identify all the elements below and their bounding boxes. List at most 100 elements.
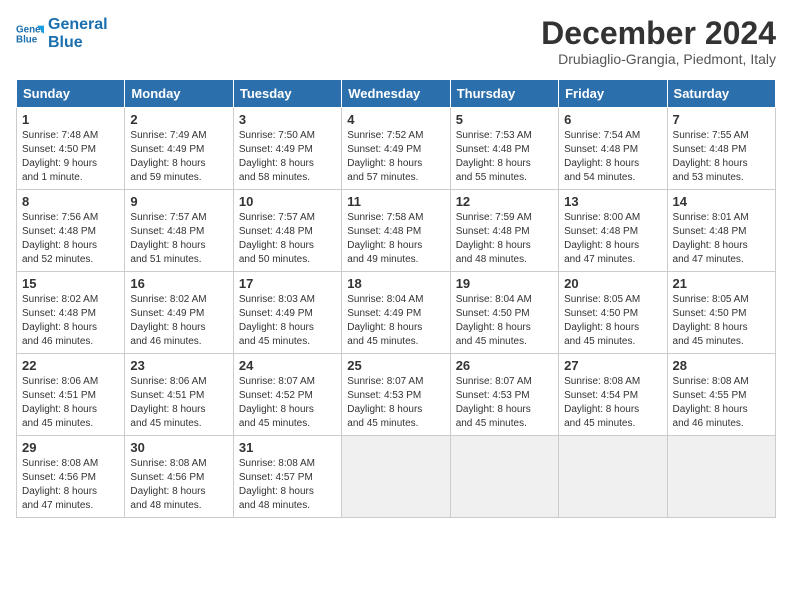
calendar-cell: 14Sunrise: 8:01 AM Sunset: 4:48 PM Dayli… [667,190,775,272]
calendar-cell: 18Sunrise: 8:04 AM Sunset: 4:49 PM Dayli… [342,272,450,354]
month-title: December 2024 [541,16,776,51]
calendar-cell: 5 Sunrise: 7:53 AM Sunset: 4:48 PM Daylig… [450,108,558,190]
title-block: December 2024 Drubiaglio-Grangia, Piedmo… [541,16,776,67]
logo: General Blue General Blue [16,16,108,51]
calendar-cell: 2Sunrise: 7:49 AM Sunset: 4:49 PM Daylig… [125,108,233,190]
cell-content: Sunrise: 7:57 AM Sunset: 4:48 PM Dayligh… [239,211,336,267]
calendar-cell [559,436,667,518]
cell-content: Sunrise: 8:08 AM Sunset: 4:55 PM Dayligh… [673,375,770,431]
col-header-tuesday: Tuesday [233,80,341,108]
calendar-week-3: 15 Sunrise: 8:02 AM Sunset: 4:48 PM Dayli… [17,272,776,354]
calendar-cell: 29 Sunrise: 8:08 AM Sunset: 4:56 PM Dayli… [17,436,125,518]
calendar-cell [667,436,775,518]
cell-content: Sunrise: 8:00 AM Sunset: 4:48 PM Dayligh… [564,211,661,267]
calendar-cell: 12Sunrise: 7:59 AM Sunset: 4:48 PM Dayli… [450,190,558,272]
day-number: 1 [22,112,119,127]
calendar-cell: 24 Sunrise: 8:07 AM Sunset: 4:52 PM Dayli… [233,354,341,436]
calendar-cell: 10 Sunrise: 7:57 AM Sunset: 4:48 PM Dayli… [233,190,341,272]
day-number: 31 [239,440,336,455]
cell-content: Sunrise: 8:07 AM Sunset: 4:53 PM Dayligh… [456,375,553,431]
cell-content: Sunrise: 8:02 AM Sunset: 4:49 PM Dayligh… [130,293,227,349]
cell-content: Sunrise: 8:04 AM Sunset: 4:50 PM Dayligh… [456,293,553,349]
day-number: 10 [239,194,336,209]
col-header-wednesday: Wednesday [342,80,450,108]
logo-icon: General Blue [16,20,44,48]
svg-text:Blue: Blue [16,34,38,45]
day-number: 29 [22,440,119,455]
calendar-cell [450,436,558,518]
cell-content: Sunrise: 8:03 AM Sunset: 4:49 PM Dayligh… [239,293,336,349]
cell-content: Sunrise: 7:58 AM Sunset: 4:48 PM Dayligh… [347,211,444,267]
col-header-thursday: Thursday [450,80,558,108]
calendar-week-5: 29 Sunrise: 8:08 AM Sunset: 4:56 PM Dayli… [17,436,776,518]
calendar-cell: 3 Sunrise: 7:50 AM Sunset: 4:49 PM Daylig… [233,108,341,190]
cell-content: Sunrise: 7:54 AM Sunset: 4:48 PM Dayligh… [564,129,661,185]
day-number: 5 [456,112,553,127]
calendar-cell: 26 Sunrise: 8:07 AM Sunset: 4:53 PM Dayli… [450,354,558,436]
col-header-friday: Friday [559,80,667,108]
day-number: 3 [239,112,336,127]
col-header-saturday: Saturday [667,80,775,108]
location-subtitle: Drubiaglio-Grangia, Piedmont, Italy [541,51,776,67]
calendar-cell: 19Sunrise: 8:04 AM Sunset: 4:50 PM Dayli… [450,272,558,354]
calendar-cell: 8 Sunrise: 7:56 AM Sunset: 4:48 PM Daylig… [17,190,125,272]
day-number: 28 [673,358,770,373]
calendar-cell: 7 Sunrise: 7:55 AM Sunset: 4:48 PM Daylig… [667,108,775,190]
calendar-cell: 28 Sunrise: 8:08 AM Sunset: 4:55 PM Dayli… [667,354,775,436]
cell-content: Sunrise: 8:06 AM Sunset: 4:51 PM Dayligh… [22,375,119,431]
calendar-cell: 1 Sunrise: 7:48 AM Sunset: 4:50 PM Daylig… [17,108,125,190]
day-number: 27 [564,358,661,373]
day-number: 6 [564,112,661,127]
calendar-cell: 23Sunrise: 8:06 AM Sunset: 4:51 PM Dayli… [125,354,233,436]
cell-content: Sunrise: 8:07 AM Sunset: 4:52 PM Dayligh… [239,375,336,431]
day-number: 25 [347,358,444,373]
calendar-week-1: 1 Sunrise: 7:48 AM Sunset: 4:50 PM Daylig… [17,108,776,190]
day-number: 26 [456,358,553,373]
calendar-cell [342,436,450,518]
cell-content: Sunrise: 8:08 AM Sunset: 4:54 PM Dayligh… [564,375,661,431]
cell-content: Sunrise: 8:08 AM Sunset: 4:56 PM Dayligh… [130,457,227,513]
cell-content: Sunrise: 7:56 AM Sunset: 4:48 PM Dayligh… [22,211,119,267]
day-number: 30 [130,440,227,455]
calendar-cell: 17 Sunrise: 8:03 AM Sunset: 4:49 PM Dayli… [233,272,341,354]
calendar-header-row: SundayMondayTuesdayWednesdayThursdayFrid… [17,80,776,108]
cell-content: Sunrise: 7:57 AM Sunset: 4:48 PM Dayligh… [130,211,227,267]
calendar-cell: 31Sunrise: 8:08 AM Sunset: 4:57 PM Dayli… [233,436,341,518]
day-number: 20 [564,276,661,291]
cell-content: Sunrise: 7:48 AM Sunset: 4:50 PM Dayligh… [22,129,119,185]
day-number: 16 [130,276,227,291]
cell-content: Sunrise: 8:02 AM Sunset: 4:48 PM Dayligh… [22,293,119,349]
cell-content: Sunrise: 8:08 AM Sunset: 4:56 PM Dayligh… [22,457,119,513]
cell-content: Sunrise: 8:07 AM Sunset: 4:53 PM Dayligh… [347,375,444,431]
day-number: 8 [22,194,119,209]
calendar-cell: 16 Sunrise: 8:02 AM Sunset: 4:49 PM Dayli… [125,272,233,354]
cell-content: Sunrise: 8:05 AM Sunset: 4:50 PM Dayligh… [564,293,661,349]
col-header-sunday: Sunday [17,80,125,108]
calendar-cell: 4Sunrise: 7:52 AM Sunset: 4:49 PM Daylig… [342,108,450,190]
day-number: 17 [239,276,336,291]
calendar-cell: 27 Sunrise: 8:08 AM Sunset: 4:54 PM Dayli… [559,354,667,436]
cell-content: Sunrise: 7:50 AM Sunset: 4:49 PM Dayligh… [239,129,336,185]
day-number: 21 [673,276,770,291]
cell-content: Sunrise: 8:01 AM Sunset: 4:48 PM Dayligh… [673,211,770,267]
day-number: 13 [564,194,661,209]
cell-content: Sunrise: 7:53 AM Sunset: 4:48 PM Dayligh… [456,129,553,185]
calendar-table: SundayMondayTuesdayWednesdayThursdayFrid… [16,79,776,518]
calendar-cell: 22 Sunrise: 8:06 AM Sunset: 4:51 PM Dayli… [17,354,125,436]
day-number: 11 [347,194,444,209]
calendar-cell: 30 Sunrise: 8:08 AM Sunset: 4:56 PM Dayli… [125,436,233,518]
page-header: General Blue General Blue December 2024 … [16,16,776,67]
calendar-week-2: 8 Sunrise: 7:56 AM Sunset: 4:48 PM Daylig… [17,190,776,272]
day-number: 15 [22,276,119,291]
calendar-cell: 25 Sunrise: 8:07 AM Sunset: 4:53 PM Dayli… [342,354,450,436]
calendar-cell: 13 Sunrise: 8:00 AM Sunset: 4:48 PM Dayli… [559,190,667,272]
cell-content: Sunrise: 7:55 AM Sunset: 4:48 PM Dayligh… [673,129,770,185]
day-number: 22 [22,358,119,373]
day-number: 12 [456,194,553,209]
cell-content: Sunrise: 8:06 AM Sunset: 4:51 PM Dayligh… [130,375,227,431]
day-number: 24 [239,358,336,373]
cell-content: Sunrise: 7:52 AM Sunset: 4:49 PM Dayligh… [347,129,444,185]
calendar-cell: 20 Sunrise: 8:05 AM Sunset: 4:50 PM Dayli… [559,272,667,354]
day-number: 9 [130,194,227,209]
day-number: 7 [673,112,770,127]
